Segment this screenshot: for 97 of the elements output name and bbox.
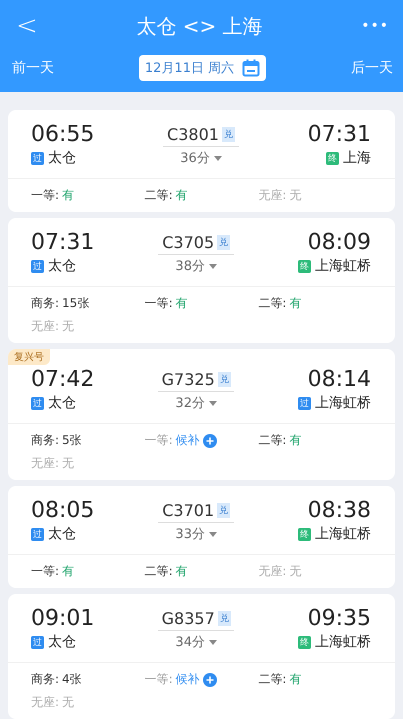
train-card[interactable]: 08:05 过 太仓 C3701 兑 33分 08:38 终 上海虹桥 一等: 有 二等: 有 无座: 无 — [8, 486, 395, 588]
caret-icon[interactable] — [208, 264, 217, 268]
arrival-station: 上海虹桥 — [315, 525, 371, 543]
arrival-station: 上海虹桥 — [315, 394, 371, 412]
seat-availability: 有 — [289, 432, 302, 449]
seat-class-label: 商务: — [31, 432, 60, 449]
seat-class-label: 一等: — [31, 187, 60, 204]
seat-class-label: 一等: — [144, 432, 173, 449]
seat-availability: 有 — [176, 563, 188, 580]
departure-time: 07:31 — [31, 230, 94, 256]
arrival-time: 07:31 — [308, 122, 371, 148]
arrival-time: 09:35 — [308, 606, 371, 632]
seat-class-label: 无座: — [258, 187, 286, 204]
calendar-icon — [242, 59, 260, 77]
exchange-tag: 兑 — [217, 503, 230, 518]
seat-class-label: 商务: — [31, 295, 60, 312]
seat-availability: 无 — [289, 187, 302, 204]
train-card[interactable]: 复兴号 07:42 过 太仓 G7325 兑 32分 08:14 过 上海虹桥 商务: 5张 一等: 候补 二等: 有 无座: 无 — [8, 349, 395, 480]
seat-availability: 无 — [62, 455, 74, 472]
train-number: C3701 — [162, 501, 214, 520]
exchange-tag: 兑 — [218, 372, 231, 387]
station-tag: 过 — [298, 396, 311, 410]
seat-availability: 有 — [62, 187, 74, 204]
duration: 38分 — [175, 258, 205, 275]
departure-station: 太仓 — [48, 394, 76, 412]
train-card[interactable]: 09:01 过 太仓 G8357 兑 34分 09:35 终 上海虹桥 商务: 4张 一等: 候补 二等: 有 无座: 无 — [8, 594, 395, 719]
duration: 33分 — [175, 526, 205, 543]
seat-availability: 有 — [176, 187, 188, 204]
seat-availability: 无 — [62, 318, 74, 335]
exchange-tag: 兑 — [218, 611, 231, 626]
seat-class-label: 无座: — [258, 563, 286, 580]
seat-availability: 15张 — [62, 295, 90, 312]
caret-icon[interactable] — [208, 400, 217, 406]
caret-icon[interactable] — [208, 640, 217, 644]
seat-class-label: 二等: — [144, 187, 173, 204]
arrival-time: 08:14 — [308, 367, 371, 393]
seat-class-label: 二等: — [258, 671, 286, 688]
departure-time: 07:42 — [31, 367, 94, 393]
seat-class-label: 二等: — [144, 563, 173, 580]
seat-availability: 无 — [62, 694, 74, 711]
seat-class-label: 商务: — [31, 671, 60, 688]
duration: 32分 — [175, 395, 205, 412]
train-card[interactable]: 06:55 过 太仓 C3801 兑 36分 07:31 终 上海 一等: 有 二等: 有 无座: 无 — [8, 110, 395, 212]
arrival-time: 08:38 — [308, 498, 371, 524]
station-tag: 终 — [298, 260, 311, 272]
seat-availability: 有 — [176, 295, 188, 312]
seat-class-label: 一等: — [31, 563, 60, 580]
seat-class-label: 一等: — [144, 295, 173, 312]
seat-class-label: 二等: — [258, 432, 286, 449]
seat-availability: 4张 — [62, 671, 82, 688]
arrival-station: 上海 — [343, 149, 371, 167]
train-number: G8357 — [162, 609, 215, 628]
seat-class-label: 无座: — [31, 318, 60, 335]
station-tag: 终 — [298, 528, 311, 540]
station-tag: 过 — [31, 152, 44, 164]
seat-availability: 有 — [289, 295, 302, 312]
duration: 36分 — [180, 150, 210, 167]
caret-icon[interactable] — [208, 532, 217, 536]
departure-time: 09:01 — [31, 606, 94, 632]
seat-class-label: 一等: — [144, 671, 173, 688]
seat-availability: 无 — [289, 563, 302, 580]
duration: 34分 — [175, 634, 205, 651]
add-icon[interactable] — [202, 434, 217, 448]
departure-station: 太仓 — [48, 257, 76, 275]
station-tag: 终 — [326, 152, 339, 164]
seat-class-label: 无座: — [31, 455, 60, 472]
train-number: C3705 — [162, 233, 214, 252]
train-number: C3801 — [167, 125, 219, 144]
add-icon[interactable] — [202, 672, 217, 686]
departure-time: 06:55 — [31, 122, 94, 148]
date-picker[interactable]: 12月11日 周六 — [138, 55, 266, 81]
seat-availability: 候补 — [176, 671, 200, 688]
seat-class-label: 二等: — [258, 295, 286, 312]
departure-time: 08:05 — [31, 498, 94, 524]
train-number: G7325 — [162, 370, 215, 389]
train-card[interactable]: 07:31 过 太仓 C3705 兑 38分 08:09 终 上海虹桥 商务: 15张 一等: 有 二等: 有 无座: 无 — [8, 218, 395, 343]
seat-availability: 有 — [289, 671, 302, 688]
arrival-station: 上海虹桥 — [315, 633, 371, 651]
exchange-tag: 兑 — [222, 127, 235, 142]
seat-availability: 有 — [62, 563, 74, 580]
exchange-tag: 兑 — [217, 235, 230, 250]
station-tag: 过 — [31, 528, 44, 540]
station-tag: 过 — [31, 396, 44, 410]
seat-availability: 5张 — [62, 432, 82, 449]
departure-station: 太仓 — [48, 149, 76, 167]
departure-station: 太仓 — [48, 525, 76, 543]
station-tag: 终 — [298, 636, 311, 648]
seat-class-label: 无座: — [31, 694, 60, 711]
train-type-badge: 复兴号 — [8, 349, 50, 365]
route-title: 太仓 <> 上海 — [136, 12, 263, 40]
departure-station: 太仓 — [48, 633, 76, 651]
arrival-station: 上海虹桥 — [315, 257, 371, 275]
caret-icon[interactable] — [214, 156, 222, 160]
station-tag: 过 — [31, 636, 44, 648]
arrival-time: 08:09 — [308, 230, 371, 256]
station-tag: 过 — [31, 260, 44, 272]
seat-availability: 候补 — [176, 432, 200, 449]
